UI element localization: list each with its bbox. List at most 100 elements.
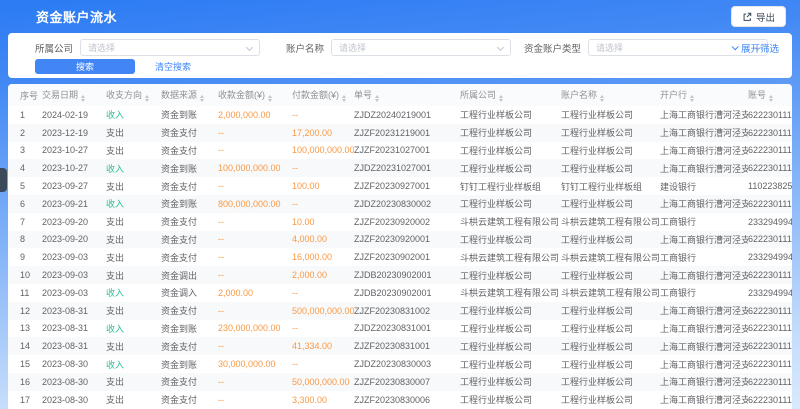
search-button[interactable]: 搜索 xyxy=(35,59,135,74)
table-cell: ZJZF20230927001 xyxy=(354,177,460,195)
table-cell: 10.00 xyxy=(292,213,354,231)
table-cell: 100,000,000.00 xyxy=(292,142,354,160)
table-cell: -- xyxy=(218,142,292,160)
table-cell: 4 xyxy=(8,159,42,177)
table-cell: -- xyxy=(218,266,292,284)
table-cell: 2023-08-31 xyxy=(42,302,106,320)
table-cell: 8 xyxy=(8,231,42,249)
sort-icon xyxy=(81,95,85,102)
table-cell: ZJZF20231027001 xyxy=(354,142,460,160)
column-label: 收支方向 xyxy=(106,90,142,100)
table-cell: 支出 xyxy=(106,391,161,409)
table-cell: 建设银行 xyxy=(660,177,748,195)
column-header[interactable]: 交易日期 xyxy=(42,84,106,106)
table-cell: 62223011136 xyxy=(748,320,792,338)
table-row: 82023-09-20支出资金支付--4,000.00ZJZF202309200… xyxy=(8,231,792,249)
table-cell: 钉钉工程行业样板组 xyxy=(561,177,660,195)
table-cell: 10 xyxy=(8,266,42,284)
table-cell: 支出 xyxy=(106,124,161,142)
column-header[interactable]: 收款金额(¥) xyxy=(218,84,292,106)
table-row: 52023-09-27支出资金支付--100.00ZJZF20230927001… xyxy=(8,177,792,195)
table-cell: 17 xyxy=(8,391,42,409)
table-cell: 资金支付 xyxy=(161,373,218,391)
column-header[interactable]: 所属公司 xyxy=(460,84,561,106)
filter-row: 所属公司请选择账户名称请选择资金账户类型请选择 展开筛选 xyxy=(8,39,792,56)
table-cell: 收入 xyxy=(106,355,161,373)
table-cell: 斗栱云建筑工程有限公司 xyxy=(561,213,660,231)
sort-icon xyxy=(342,95,346,102)
column-header[interactable]: 数据来源 xyxy=(161,84,218,106)
table-row: 142023-08-31支出资金支付--41,334.00ZJZF2023083… xyxy=(8,337,792,355)
table-cell: 2023-09-20 xyxy=(42,213,106,231)
table-cell: 支出 xyxy=(106,337,161,355)
clear-search-link[interactable]: 清空搜索 xyxy=(155,60,191,73)
table-cell: 62223011136 xyxy=(748,337,792,355)
table-cell: 资金支付 xyxy=(161,177,218,195)
column-header[interactable]: 单号 xyxy=(354,84,460,106)
sidebar-collapse-handle[interactable] xyxy=(0,168,7,192)
table-cell: 支出 xyxy=(106,231,161,249)
sort-icon xyxy=(690,95,694,102)
table-cell: 斗栱云建筑工程有限公司 xyxy=(561,248,660,266)
table-cell: 6 xyxy=(8,195,42,213)
column-label: 账号 xyxy=(748,90,766,100)
table-cell: -- xyxy=(218,124,292,142)
table-cell: 2023-09-21 xyxy=(42,195,106,213)
filter-select[interactable]: 请选择 xyxy=(80,39,260,56)
table-cell: 上海工商银行漕河泾支行 xyxy=(660,124,748,142)
column-header[interactable]: 付款金额(¥) xyxy=(292,84,354,106)
column-header[interactable]: 开户行 xyxy=(660,84,748,106)
table-cell: 2023-12-19 xyxy=(42,124,106,142)
table-cell: 3 xyxy=(8,142,42,160)
table-cell: 2023-08-30 xyxy=(42,373,106,391)
column-header[interactable]: 收支方向 xyxy=(106,84,161,106)
table-cell: 工程行业样板公司 xyxy=(561,320,660,338)
table-cell: 支出 xyxy=(106,373,161,391)
table-cell: 2,000.00 xyxy=(292,266,354,284)
table-cell: 工程行业样板公司 xyxy=(561,142,660,160)
expand-filter-link[interactable]: 展开筛选 xyxy=(732,39,779,56)
table-cell: 62223011136 xyxy=(748,124,792,142)
table-cell: 工程行业样板公司 xyxy=(561,195,660,213)
table-cell: 30,000,000.00 xyxy=(218,355,292,373)
sort-icon xyxy=(200,95,204,102)
filter-card: 所属公司请选择账户名称请选择资金账户类型请选择 展开筛选 搜索 清空搜索 xyxy=(8,33,792,78)
table-cell: 2023-09-27 xyxy=(42,177,106,195)
table-cell: 斗栱云建筑工程有限公司 xyxy=(460,248,561,266)
table-header-row: 序号交易日期收支方向数据来源收款金额(¥)付款金额(¥)单号所属公司账户名称开户… xyxy=(8,84,792,106)
table-card: 序号交易日期收支方向数据来源收款金额(¥)付款金额(¥)单号所属公司账户名称开户… xyxy=(8,84,792,409)
chevron-down-icon xyxy=(246,44,253,51)
table-cell: 2 xyxy=(8,124,42,142)
column-label: 单号 xyxy=(354,90,372,100)
table-row: 62023-09-21收入资金到账800,000,000.00--ZJDZ202… xyxy=(8,195,792,213)
table-cell: 16 xyxy=(8,373,42,391)
table-cell: 工程行业样板公司 xyxy=(460,106,561,124)
table-cell: 2024-02-19 xyxy=(42,106,106,124)
table-cell: 资金到账 xyxy=(161,106,218,124)
column-header[interactable]: 账号 xyxy=(748,84,792,106)
table-cell: 工程行业样板公司 xyxy=(460,231,561,249)
table-cell: 41,334.00 xyxy=(292,337,354,355)
table-cell: -- xyxy=(218,213,292,231)
table-row: 132023-08-31收入资金到账230,000,000.00--ZJDZ20… xyxy=(8,320,792,338)
column-label: 付款金额(¥) xyxy=(292,90,339,100)
table-cell: 230,000,000.00 xyxy=(218,320,292,338)
export-button[interactable]: 导出 xyxy=(731,6,786,27)
table-cell: 2,000.00 xyxy=(218,284,292,302)
table-cell: ZJZF20230920002 xyxy=(354,213,460,231)
filter-select[interactable]: 请选择 xyxy=(331,39,511,56)
table-cell: 工程行业样板公司 xyxy=(561,124,660,142)
table-cell: 工程行业样板公司 xyxy=(460,373,561,391)
sort-icon xyxy=(375,95,379,102)
column-label: 收款金额(¥) xyxy=(218,90,265,100)
table-cell: 62223011136 xyxy=(748,302,792,320)
filter-label: 账户名称 xyxy=(286,41,324,55)
table-row: 22023-12-19支出资金支付--17,200.00ZJZF20231219… xyxy=(8,124,792,142)
column-header[interactable]: 账户名称 xyxy=(561,84,660,106)
table-cell: 工程行业样板公司 xyxy=(460,159,561,177)
table-cell: 工程行业样板公司 xyxy=(561,231,660,249)
table-cell: 工程行业样板公司 xyxy=(561,391,660,409)
table-cell: -- xyxy=(218,231,292,249)
table-cell: 62223011136 xyxy=(748,159,792,177)
column-label: 账户名称 xyxy=(561,90,597,100)
